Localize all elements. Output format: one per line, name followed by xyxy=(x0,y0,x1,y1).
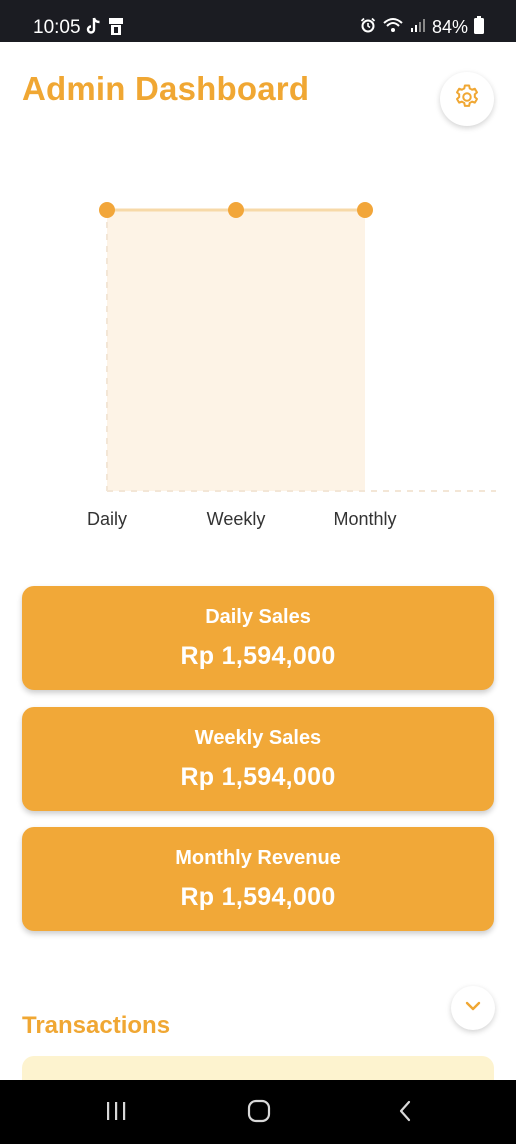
chart-point-monthly xyxy=(357,202,373,218)
battery-icon xyxy=(474,16,484,39)
chart-x-label-monthly: Monthly xyxy=(333,509,396,529)
daily-sales-card[interactable]: Daily Sales Rp 1,594,000 xyxy=(22,586,494,690)
chevron-down-icon xyxy=(464,999,482,1017)
signal-icon xyxy=(410,17,426,38)
alarm-icon xyxy=(360,17,376,38)
tiktok-icon xyxy=(86,16,102,41)
home-button[interactable] xyxy=(239,1096,279,1130)
chart-x-label-daily: Daily xyxy=(87,509,127,529)
card-value: Rp 1,594,000 xyxy=(180,642,336,670)
card-title: Weekly Sales xyxy=(194,727,322,749)
home-icon xyxy=(247,1099,271,1128)
chart-x-label-weekly: Weekly xyxy=(207,509,266,529)
status-time: 10:05 xyxy=(33,17,81,38)
transactions-expand-button[interactable] xyxy=(451,986,495,1030)
sim-icon xyxy=(108,16,124,41)
status-notification-icons xyxy=(86,16,124,41)
battery-text: 84% xyxy=(431,17,468,37)
status-system-icons: 84% xyxy=(360,16,484,39)
system-nav-bar xyxy=(0,1080,516,1144)
status-bar: 10:05 84% xyxy=(0,0,516,42)
card-title: Monthly Revenue xyxy=(175,847,341,869)
transactions-title: Transactions xyxy=(22,1012,171,1039)
chart-area-fill xyxy=(107,210,365,491)
weekly-sales-card[interactable]: Weekly Sales Rp 1,594,000 xyxy=(22,707,494,811)
card-title: Daily Sales xyxy=(205,606,311,628)
monthly-revenue-card[interactable]: Monthly Revenue Rp 1,594,000 xyxy=(22,827,494,931)
wifi-icon xyxy=(382,16,404,39)
back-icon xyxy=(398,1100,412,1127)
card-value: Rp 1,594,000 xyxy=(180,883,336,911)
page-title: Admin Dashboard xyxy=(22,70,310,107)
back-button[interactable] xyxy=(385,1096,425,1130)
settings-button[interactable] xyxy=(440,72,494,126)
recent-apps-button[interactable] xyxy=(96,1096,136,1130)
sales-chart: Daily Weekly Monthly xyxy=(87,202,496,529)
card-value: Rp 1,594,000 xyxy=(180,763,336,791)
chart-point-daily xyxy=(99,202,115,218)
chart-point-weekly xyxy=(228,202,244,218)
recent-apps-icon xyxy=(105,1101,127,1126)
gear-icon xyxy=(452,82,482,117)
